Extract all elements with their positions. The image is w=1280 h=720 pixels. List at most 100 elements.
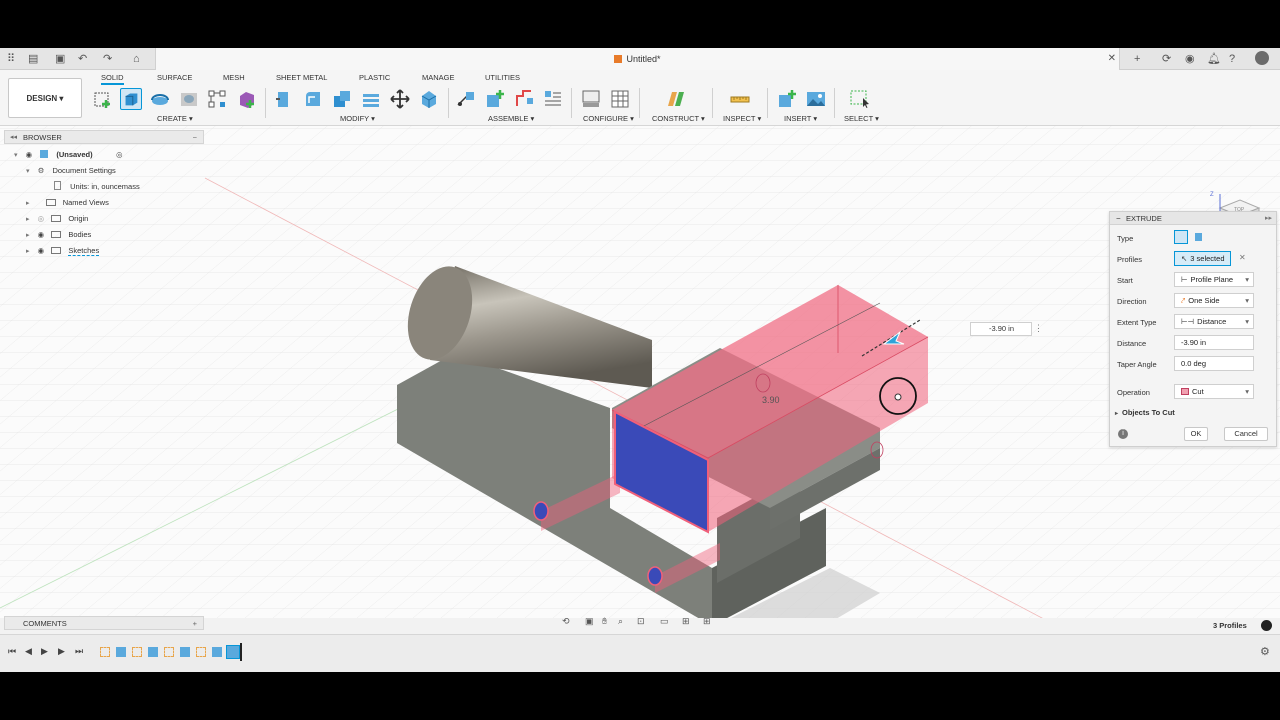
select-group-label[interactable]: SELECT ▾ [844, 114, 879, 123]
timeline-sketch-icon[interactable] [196, 647, 206, 657]
display-settings-icon[interactable]: ▭ [660, 616, 669, 627]
move-copy-icon[interactable] [389, 88, 411, 110]
grid-settings-icon[interactable]: ⊞ [682, 616, 690, 627]
create-group-label[interactable]: CREATE ▾ [157, 114, 193, 123]
collapse-icon[interactable]: ▾ [14, 152, 18, 159]
profiles-selector[interactable]: ↖ 3 selected [1174, 251, 1231, 266]
comments-panel[interactable]: COMMENTS + [4, 616, 204, 630]
eye-icon[interactable]: ◉ [38, 246, 45, 255]
browser-collapse-icon[interactable]: ◂◂ [10, 131, 17, 144]
ok-button[interactable]: OK [1184, 427, 1208, 441]
offset-plane-icon[interactable] [665, 88, 687, 110]
selection-filter-icon[interactable] [1261, 620, 1272, 631]
timeline-marker[interactable] [240, 643, 242, 661]
type-thin-icon[interactable] [1192, 230, 1206, 244]
browser-minimize-icon[interactable]: − [193, 131, 197, 144]
tab-plastic[interactable]: PLASTIC [359, 73, 390, 82]
direction-select[interactable]: ⤤ One Side ▾ [1174, 293, 1254, 308]
insert-derive-icon[interactable] [776, 88, 798, 110]
insert-image-icon[interactable] [805, 88, 827, 110]
distance-dimension-input[interactable]: -3.90 in [970, 322, 1032, 336]
new-tab-icon[interactable]: + [1134, 53, 1140, 65]
expand-icon[interactable]: ▸ [26, 232, 30, 239]
pan-icon[interactable]: ✋︎ [602, 616, 607, 627]
tree-item-origin[interactable]: ▸ ◎ Origin [26, 212, 88, 226]
tab-utilities[interactable]: UTILITIES [485, 73, 520, 82]
avatar[interactable] [1255, 51, 1269, 65]
extrude-icon[interactable] [120, 88, 142, 110]
fit-icon[interactable]: ⊡ [637, 616, 645, 627]
timeline-sketch-icon[interactable] [100, 647, 110, 657]
distance-input[interactable]: -3.90 in [1174, 335, 1254, 350]
browser-header[interactable]: ◂◂ BROWSER − [4, 130, 204, 144]
eye-icon[interactable]: ◉ [38, 230, 45, 239]
insert-group-label[interactable]: INSERT ▾ [784, 114, 817, 123]
tab-sheet-metal[interactable]: SHEET METAL [276, 73, 327, 82]
configure-icon[interactable] [580, 88, 602, 110]
tab-mesh[interactable]: MESH [223, 73, 245, 82]
play-icon[interactable]: ▶ [41, 646, 48, 657]
combine-icon[interactable] [360, 88, 382, 110]
expand-icon[interactable]: ▸ [26, 200, 30, 207]
zoom-icon[interactable]: ⌕ [618, 616, 623, 627]
assemble-group-label[interactable]: ASSEMBLE ▾ [488, 114, 534, 123]
extrude-dialog-header[interactable]: − EXTRUDE ▸▸ [1110, 212, 1276, 225]
expand-icon[interactable]: ▸ [26, 248, 30, 255]
modify-group-label[interactable]: MODIFY ▾ [340, 114, 375, 123]
timeline-sketch-icon[interactable] [132, 647, 142, 657]
step-back-icon[interactable]: ◀ [25, 646, 32, 657]
redo-icon[interactable]: ↷ [103, 53, 112, 65]
as-built-joint-icon[interactable] [513, 88, 535, 110]
add-comment-icon[interactable]: + [193, 617, 197, 630]
extensions-icon[interactable]: ⟳ [1162, 53, 1171, 65]
hole-icon[interactable] [178, 88, 200, 110]
press-pull-icon[interactable] [272, 88, 294, 110]
timeline-extrude-icon[interactable] [180, 647, 190, 657]
tab-solid[interactable]: SOLID [101, 73, 124, 85]
start-select[interactable]: ⊢ Profile Plane ▾ [1174, 272, 1254, 287]
inspect-group-label[interactable]: INSPECT ▾ [723, 114, 761, 123]
create-sketch-icon[interactable] [92, 88, 114, 110]
viewports-icon[interactable]: ⊞ [703, 616, 711, 627]
dialog-collapse-icon[interactable]: − [1116, 212, 1121, 225]
expand-icon[interactable]: ▸ [26, 216, 30, 223]
timeline-extrude-icon[interactable] [116, 647, 126, 657]
document-tab[interactable]: Untitled* ✕ [155, 48, 1120, 70]
shell-icon[interactable] [331, 88, 353, 110]
clear-selection-icon[interactable]: ✕ [1239, 253, 1246, 262]
apps-grid-icon[interactable]: ⠿ [7, 53, 15, 65]
bill-of-materials-icon[interactable] [542, 88, 564, 110]
eye-icon[interactable]: ◉ [26, 150, 33, 159]
configure-group-label[interactable]: CONFIGURE ▾ [583, 114, 634, 123]
hole-profile-1[interactable] [533, 501, 549, 521]
hole-profile-2[interactable] [647, 566, 663, 586]
cancel-button[interactable]: Cancel [1224, 427, 1268, 441]
save-icon[interactable]: ▣ [55, 53, 65, 65]
tab-surface[interactable]: SURFACE [157, 73, 192, 82]
tree-item-bodies[interactable]: ▸ ◉ Bodies [26, 228, 91, 242]
tab-manage[interactable]: MANAGE [422, 73, 455, 82]
home-icon[interactable]: ⌂ [133, 53, 140, 65]
extent-type-select[interactable]: ⊢⊣ Distance ▾ [1174, 314, 1254, 329]
dimension-options-icon[interactable]: ⋮ [1034, 323, 1043, 334]
tree-item-root[interactable]: ▾ ◉ (Unsaved) ◎ [14, 148, 204, 162]
go-to-start-icon[interactable]: ⏮︎ [8, 646, 16, 657]
tree-item-sketches[interactable]: ▸ ◉ Sketches [26, 244, 100, 258]
tree-item-units[interactable]: Units: in, ouncemass [54, 180, 140, 194]
timeline-extrude-icon[interactable] [148, 647, 158, 657]
appearance-icon[interactable] [418, 88, 440, 110]
select-window-icon[interactable] [849, 88, 871, 110]
workspace-switcher-button[interactable]: DESIGN ▾ [8, 78, 82, 118]
undo-icon[interactable]: ↶ [78, 53, 87, 65]
close-tab-icon[interactable]: ✕ [1108, 48, 1116, 70]
revolve-icon[interactable] [149, 88, 171, 110]
joint-icon[interactable] [484, 88, 506, 110]
file-menu-icon[interactable]: ▤ [28, 53, 38, 65]
tree-item-named-views[interactable]: ▸ Named Views [26, 196, 109, 210]
timeline-extrude-icon[interactable] [212, 647, 222, 657]
type-solid-icon[interactable] [1174, 230, 1188, 244]
pattern-icon[interactable] [206, 88, 228, 110]
eye-hidden-icon[interactable]: ◎ [38, 214, 45, 223]
taper-angle-input[interactable]: 0.0 deg [1174, 356, 1254, 371]
online-status-icon[interactable]: ◉ [1185, 53, 1195, 65]
